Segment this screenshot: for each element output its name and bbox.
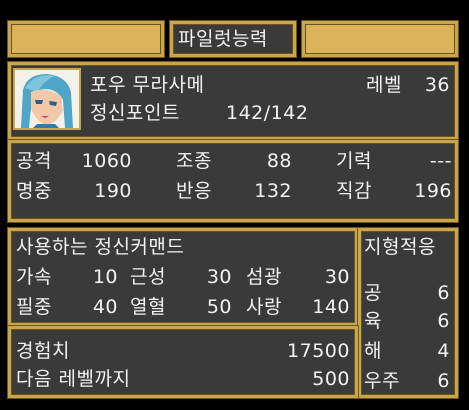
header-left-plate bbox=[8, 21, 164, 57]
level-label: 레벨 bbox=[366, 74, 402, 96]
terrain-row-name: 공 bbox=[364, 282, 382, 304]
attack-label: 공격 bbox=[16, 150, 52, 172]
spirit-command-cost: 50 bbox=[206, 296, 232, 318]
spirit-points-label: 정신포인트 bbox=[90, 102, 180, 124]
spirit-command-name[interactable]: 사랑 bbox=[246, 298, 282, 317]
spirit-points-value: 142/142 bbox=[226, 102, 309, 124]
page-title: 파일럿능력 bbox=[178, 28, 268, 50]
reaction-label: 반응 bbox=[176, 180, 212, 202]
pilot-portrait bbox=[13, 68, 81, 130]
terrain-row-name: 해 bbox=[364, 340, 382, 362]
intuition-value: 196 bbox=[414, 180, 452, 202]
spirit-command-name[interactable]: 필중 bbox=[16, 298, 52, 317]
terrain-row-name: 우주 bbox=[364, 370, 400, 392]
terrain-title: 지형적응 bbox=[364, 236, 436, 258]
reaction-value: 132 bbox=[254, 180, 292, 202]
next-level-value: 500 bbox=[312, 368, 350, 390]
control-label: 조종 bbox=[176, 150, 212, 172]
pilot-portrait-image bbox=[15, 70, 79, 128]
header-right-plate bbox=[302, 21, 458, 57]
level-value: 36 bbox=[424, 74, 450, 96]
spirit-command-cost: 10 bbox=[92, 266, 118, 288]
accuracy-label: 명중 bbox=[16, 180, 52, 202]
spirit-command-cost: 140 bbox=[312, 296, 350, 318]
next-level-label: 다음 레벨까지 bbox=[16, 368, 131, 390]
terrain-row-value: 6 bbox=[437, 370, 450, 392]
energy-value: --- bbox=[429, 150, 452, 172]
spirit-command-cost: 30 bbox=[206, 266, 232, 288]
accuracy-value: 190 bbox=[94, 180, 132, 202]
spirit-command-cost: 30 bbox=[324, 266, 350, 288]
attack-value: 1060 bbox=[81, 150, 132, 172]
control-value: 88 bbox=[266, 150, 292, 172]
terrain-row-value: 6 bbox=[437, 282, 450, 304]
terrain-row-name: 육 bbox=[364, 310, 382, 332]
pilot-name: 포우 무라사메 bbox=[90, 74, 205, 96]
spirit-commands-title: 사용하는 정신커맨드 bbox=[16, 236, 185, 258]
spirit-command-cost: 40 bbox=[92, 296, 118, 318]
intuition-label: 직감 bbox=[336, 180, 372, 202]
spirit-command-name[interactable]: 가속 bbox=[16, 268, 52, 287]
terrain-row-value: 6 bbox=[437, 310, 450, 332]
energy-label: 기력 bbox=[336, 150, 372, 172]
spirit-command-name[interactable]: 섬광 bbox=[246, 268, 282, 287]
spirit-command-name[interactable]: 근성 bbox=[130, 268, 166, 287]
experience-value: 17500 bbox=[287, 340, 350, 362]
spirit-command-name[interactable]: 열혈 bbox=[130, 298, 166, 317]
experience-label: 경험치 bbox=[16, 340, 70, 362]
terrain-row-value: 4 bbox=[437, 340, 450, 362]
